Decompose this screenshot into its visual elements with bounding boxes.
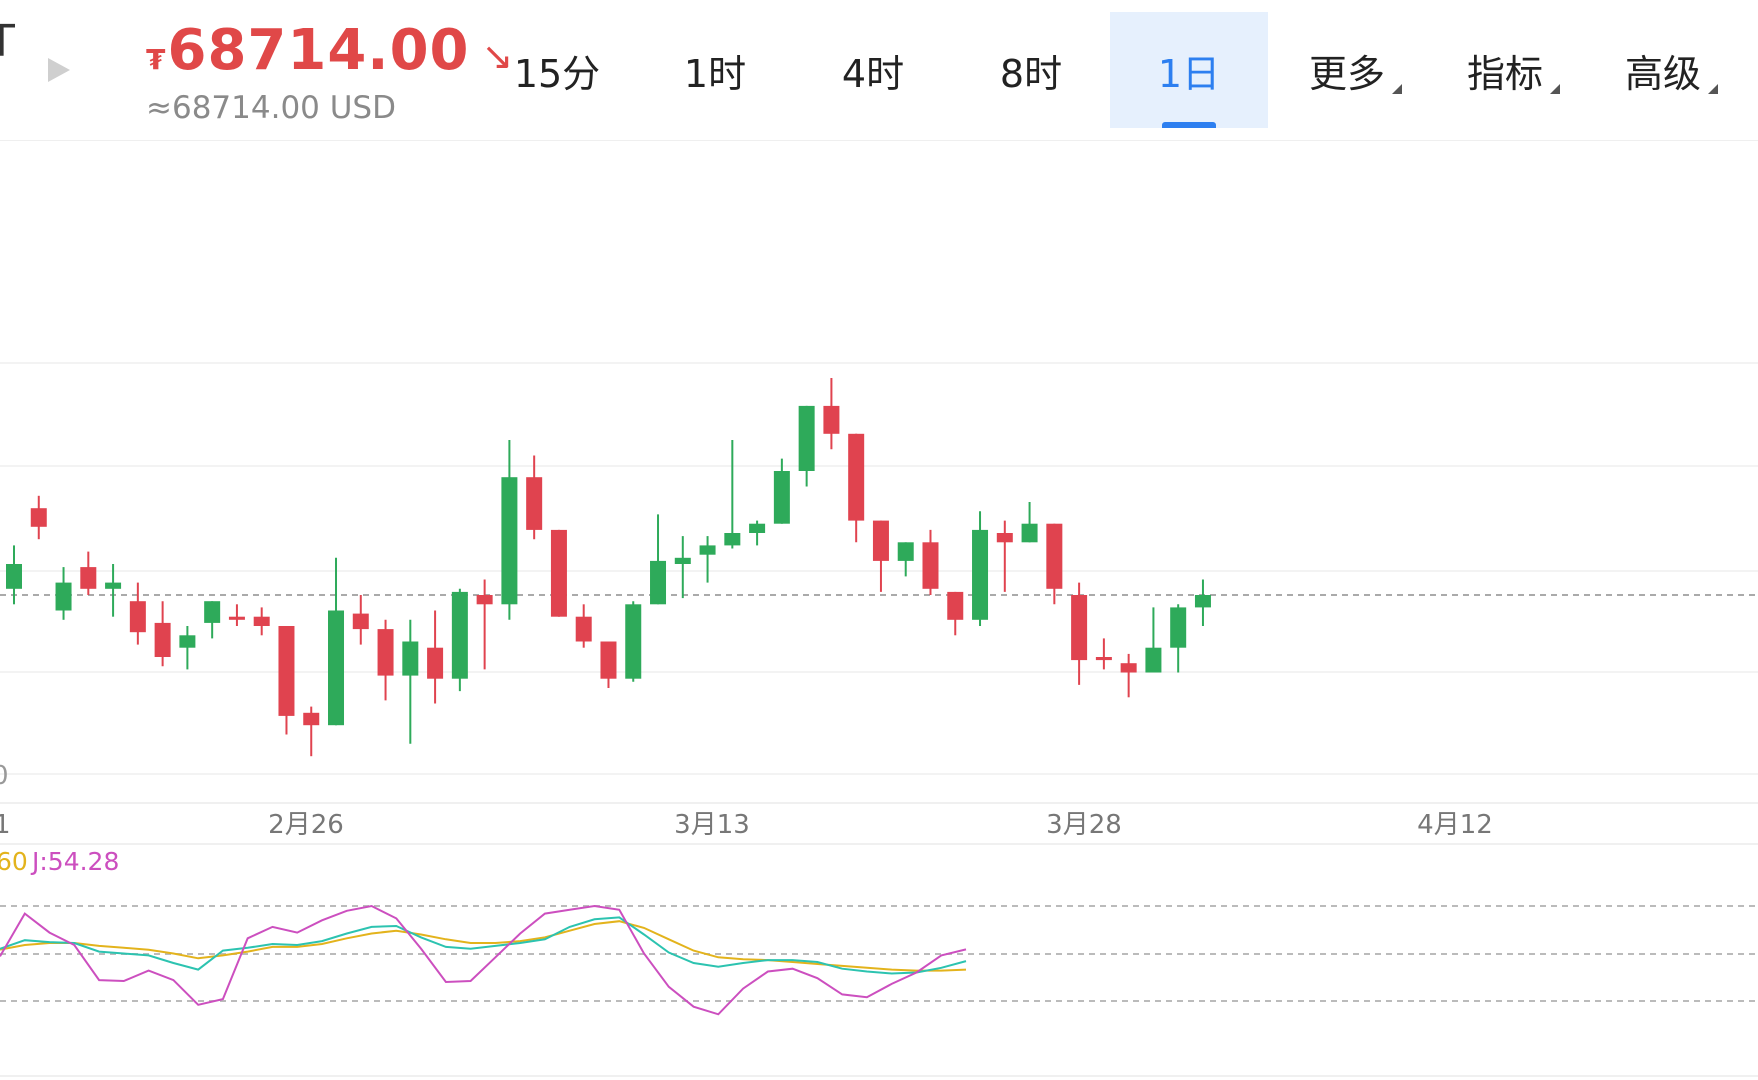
candle-body: [352, 613, 369, 630]
candle-body: [129, 601, 146, 633]
kdj-j-line: [0, 904, 967, 1016]
tab-label: 4时: [841, 51, 905, 96]
tab-15m[interactable]: 15分: [478, 12, 636, 128]
candle-body: [600, 641, 617, 679]
candle-body: [674, 557, 691, 564]
candle-body: [1145, 647, 1162, 673]
candle-body: [1120, 663, 1137, 673]
candle-body: [278, 626, 295, 716]
candle-body: [1071, 595, 1088, 661]
candle-body: [872, 520, 889, 561]
tab-label: 1日: [1157, 51, 1221, 96]
candle-body: [798, 405, 815, 471]
candle-body: [204, 601, 221, 623]
pair-name-partial: T: [0, 16, 15, 67]
tab-advanced[interactable]: 高级: [1584, 12, 1742, 128]
currency-symbol: ₮: [146, 43, 166, 76]
candle-body: [427, 647, 444, 679]
candle-body: [228, 616, 245, 620]
kdj-partial-label: 60: [0, 847, 28, 876]
dropdown-corner-icon: [1550, 84, 1560, 94]
candle-body: [699, 545, 716, 555]
candle-body: [253, 616, 270, 626]
tab-label: 指标: [1466, 51, 1543, 96]
price-row: ₮ 68714.00 ↘: [146, 18, 513, 83]
play-icon[interactable]: [48, 58, 70, 82]
tab-label: 15分: [513, 51, 601, 96]
tab-indicators[interactable]: 指标: [1426, 12, 1584, 128]
candle-body: [55, 582, 72, 611]
candle-body: [80, 567, 97, 589]
candle-body: [550, 529, 567, 617]
kdj-j-label: J:54.28: [30, 847, 119, 876]
last-price: 68714.00: [167, 18, 470, 83]
tab-label: 8时: [999, 51, 1063, 96]
dropdown-corner-icon: [1392, 84, 1402, 94]
candles-layer: [6, 378, 1211, 757]
candle-body: [1194, 595, 1211, 608]
candle-body: [1170, 607, 1187, 648]
tab-8h[interactable]: 8时: [952, 12, 1110, 128]
candle-body: [650, 560, 667, 605]
tab-1h[interactable]: 1时: [636, 12, 794, 128]
candle-body: [328, 610, 345, 726]
dropdown-corner-icon: [1708, 84, 1718, 94]
candle-body: [1046, 523, 1063, 589]
tab-label: 1时: [683, 51, 747, 96]
candle-body: [501, 477, 518, 605]
x-tick-label: 3月13: [674, 810, 750, 840]
candle-body: [451, 591, 468, 679]
candle-body: [179, 635, 196, 648]
x-tick-label: 1: [0, 810, 11, 840]
candle-body: [823, 405, 840, 434]
y-tick-label: 0: [0, 761, 9, 791]
candle-body: [972, 529, 989, 620]
candle-body: [749, 523, 766, 533]
candle-body: [30, 508, 47, 527]
candle-body: [526, 477, 543, 530]
candle-body: [724, 533, 741, 546]
tab-label: 更多: [1308, 51, 1385, 96]
tab-4h[interactable]: 4时: [794, 12, 952, 128]
tab-more[interactable]: 更多: [1268, 12, 1426, 128]
candle-body: [377, 629, 394, 676]
candle-body: [402, 641, 419, 676]
candle-body: [1021, 523, 1038, 543]
candle-body: [848, 433, 865, 521]
candle-body: [1095, 657, 1112, 661]
tab-label: 高级: [1624, 51, 1701, 96]
candle-body: [476, 595, 493, 605]
tab-1d[interactable]: 1日: [1110, 12, 1268, 128]
candle-body: [996, 533, 1013, 543]
price-chart[interactable]: 0 1 2月26 3月13 3月28 4月12 60 J:54.28: [0, 141, 1758, 1080]
x-tick-label: 3月28: [1046, 810, 1122, 840]
x-axis: 1 2月26 3月13 3月28 4月12: [0, 810, 1493, 840]
candle-body: [625, 604, 642, 679]
top-toolbar: T ₮ 68714.00 ↘ ≈68714.00 USD 15分 1时 4时 8…: [0, 0, 1758, 140]
candle-body: [303, 712, 320, 726]
candle-body: [575, 616, 592, 642]
candle-body: [897, 542, 914, 561]
x-tick-label: 4月12: [1417, 810, 1493, 840]
x-tick-label: 2月26: [268, 810, 344, 840]
interval-tabs: 15分 1时 4时 8时 1日 更多 指标 高级: [478, 12, 1742, 128]
kdj-panel: 60 J:54.28: [0, 847, 1758, 1016]
candle-body: [154, 622, 171, 657]
candle-body: [947, 591, 964, 620]
candle-body: [105, 582, 122, 589]
candle-body: [6, 564, 22, 589]
candle-body: [922, 542, 939, 589]
usd-equivalent: ≈68714.00 USD: [146, 90, 396, 126]
candle-body: [773, 471, 790, 524]
